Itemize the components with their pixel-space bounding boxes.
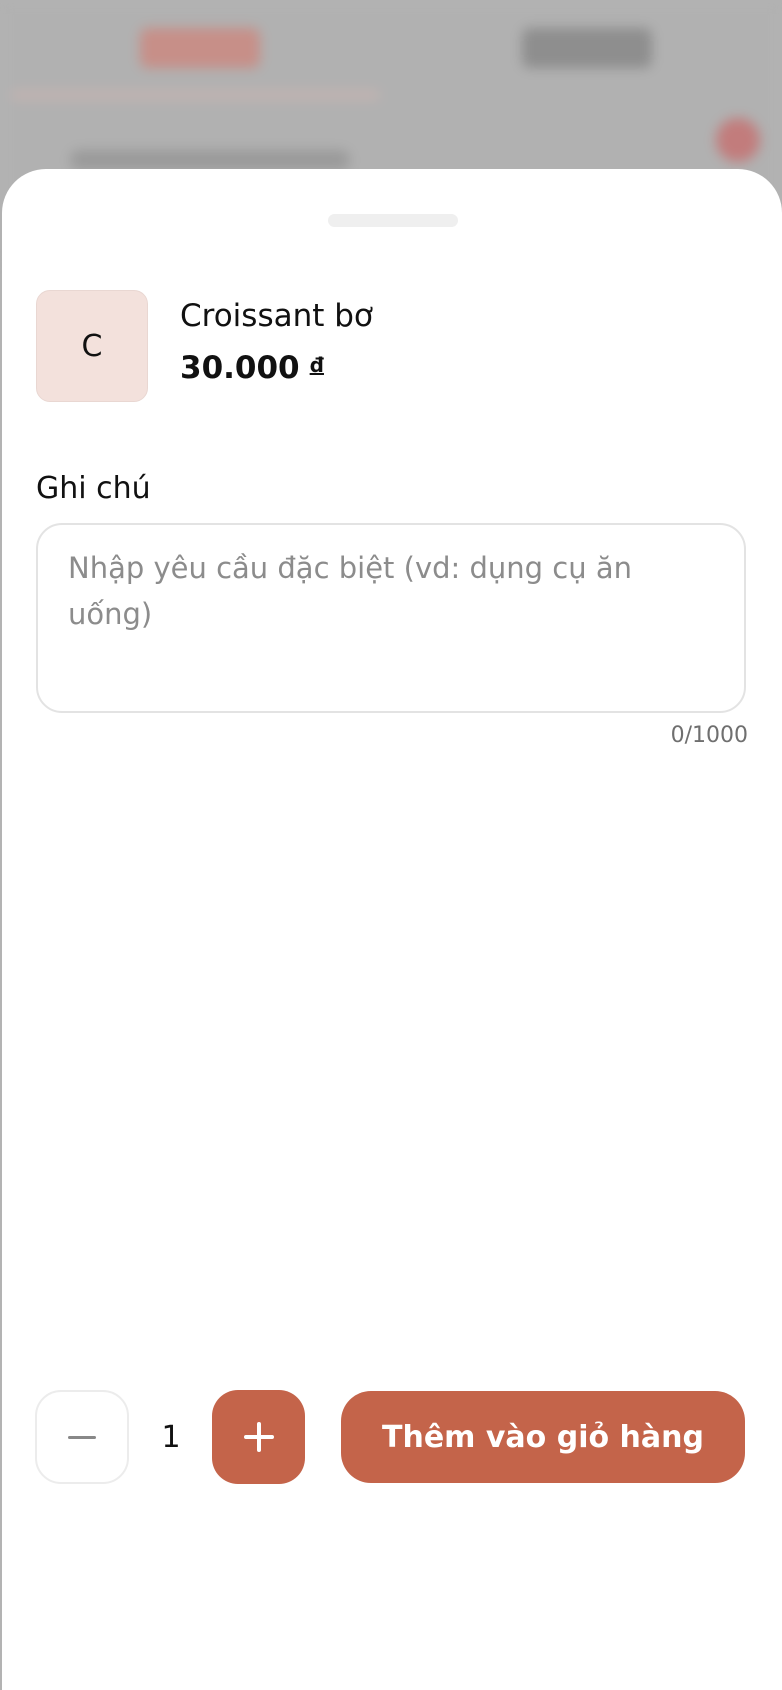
note-input[interactable] [68,545,718,695]
product-price-value: 30.000 [180,350,300,386]
decrease-quantity-button[interactable] [35,1390,129,1484]
plus-icon [243,1422,274,1452]
background-divider [10,90,380,100]
note-label: Ghi chú [36,471,151,506]
product-price-currency: đ [309,353,324,377]
product-thumbnail-letter: C [81,328,103,364]
background-tab [522,28,652,68]
sheet-drag-handle[interactable] [328,214,458,227]
quantity-value: 1 [161,1419,181,1455]
add-to-cart-button[interactable]: Thêm vào giỏ hàng [341,1391,745,1483]
background-badge [716,118,760,162]
minus-icon [68,1435,96,1439]
background-tab-active [140,28,260,68]
product-thumbnail: C [36,290,148,402]
note-char-counter: 0/1000 [670,723,748,748]
product-name: Croissant bơ [180,298,373,334]
background-search-bar [70,150,350,170]
product-price: 30.000 đ [180,350,324,386]
note-field[interactable] [36,523,746,713]
increase-quantity-button[interactable] [212,1390,305,1484]
